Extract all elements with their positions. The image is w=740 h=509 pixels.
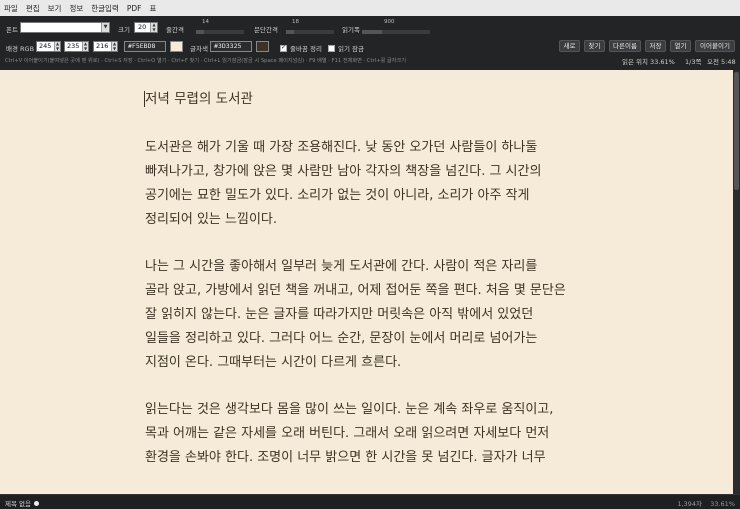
spin-arrows-icon[interactable]: ▲ ▼ [111, 41, 117, 51]
paragraph[interactable]: 읽는다는 것은 생각보다 몸을 많이 쓰는 일이다. 눈은 계속 좌우로 움직이… [145, 398, 600, 470]
menu-bar: 파일 편집 보기 정보 한글입력 PDF 표 [0, 0, 740, 16]
page-indicator: 1/3쪽 [685, 58, 702, 66]
checkbox-unchecked-icon[interactable] [328, 44, 335, 52]
text-line: 잘 읽히지 않는다. 눈은 글자를 따라가지만 머릿속은 아직 밖에서 있었던 [145, 307, 534, 322]
line-spacing-fill [196, 30, 204, 34]
text-line: 도서관은 해가 기울 때 가장 조용해진다. 낮 동안 오가던 사람들이 하나둘 [145, 140, 538, 155]
text-line: 공기에는 묘한 밀도가 있다. 소리가 없는 것이 아니라, 소리가 아주 작게 [145, 188, 530, 203]
menu-info[interactable]: 정보 [69, 3, 83, 14]
document-stats: 1,394자 33.61% [677, 498, 735, 508]
text-line: 빠져나가고, 창가에 앉은 몇 사람만 남아 각자의 책장을 넘긴다. 그 시간… [145, 164, 542, 179]
new-button[interactable]: 새로 [559, 40, 580, 52]
bg-red-spinbox[interactable]: 245 ▲ ▼ [36, 41, 61, 52]
font-label: 폰트 [6, 26, 18, 34]
line-spacing-value: 14 [202, 19, 209, 25]
auto-linebreak-checkbox[interactable]: 줄바꿈 정리 [280, 43, 322, 53]
text-line: 나는 그 시간을 좋아해서 일부러 늦게 도서관에 간다. 사람이 적은 자리를 [145, 259, 538, 274]
paragraph-spacing-track[interactable] [286, 30, 334, 34]
shortcut-hint: Ctrl+V 이어붙이기(붙여넣은 곳에 맨 위로) · Ctrl+S 저장 ·… [5, 58, 406, 64]
progress-percent: 33.61% [710, 500, 735, 508]
size-spinbox[interactable]: 20 ▲ ▼ [134, 22, 158, 33]
paragraph-spacing-fill [286, 30, 294, 34]
read-width-value: 900 [384, 19, 395, 25]
char-count: 1,394자 [677, 500, 702, 508]
auto-linebreak-label: 줄바꿈 정리 [290, 45, 322, 53]
paragraph[interactable]: 도서관은 해가 기울 때 가장 조용해진다. 낮 동안 오가던 사람들이 하나둘… [145, 136, 600, 232]
font-select[interactable]: ▼ [20, 22, 110, 33]
bg-blue-spinbox[interactable]: 216 ▲ ▼ [93, 41, 118, 52]
menu-pdf[interactable]: PDF [127, 4, 142, 13]
toolbar: 폰트 ▼ 크기 20 ▲ ▼ 줄간격 14 문단간격 18 읽기폭 900 배경… [0, 16, 740, 70]
append-button[interactable]: 이어붙이기 [695, 40, 735, 52]
document-title[interactable]: 저녁 무렵의 도서관 [144, 88, 600, 110]
toolbar-row-typography: 폰트 ▼ 크기 20 ▲ ▼ 줄간격 14 문단간격 18 읽기폭 900 [0, 19, 740, 36]
menu-korean-input[interactable]: 한글입력 [91, 3, 119, 14]
toolbar-row-info: Ctrl+V 이어붙이기(붙여넣은 곳에 맨 위로) · Ctrl+S 저장 ·… [0, 56, 740, 66]
text-line: 읽는다는 것은 생각보다 몸을 많이 쓰는 일이다. 눈은 계속 좌우로 움직이… [145, 402, 554, 417]
size-value: 20 [138, 23, 147, 31]
bg-rgb-label: 배경 RGB [6, 45, 35, 53]
read-lock-label: 읽기 잠금 [338, 45, 364, 53]
find-button[interactable]: 찾기 [584, 40, 605, 52]
read-width-label: 읽기폭 [342, 26, 360, 34]
open-button[interactable]: 열기 [670, 40, 691, 52]
reading-page[interactable]: 저녁 무렵의 도서관 도서관은 해가 기울 때 가장 조용해진다. 낮 동안 오… [0, 70, 733, 494]
spin-arrows-icon[interactable]: ▲ ▼ [54, 41, 60, 51]
text-line: 골라 앉고, 가방에서 읽던 책을 꺼내고, 어제 접어둔 쪽을 편다. 처음 … [145, 283, 566, 298]
document-title-text: 저녁 무렵의 도서관 [145, 91, 253, 107]
line-spacing-track[interactable] [196, 30, 244, 34]
paragraph[interactable]: 나는 그 시간을 좋아해서 일부러 늦게 도서관에 간다. 사람이 적은 자리를… [145, 255, 600, 375]
text-line: 목과 어깨는 같은 자세를 오래 버틴다. 그래서 오래 읽으려면 자세보다 먼… [145, 426, 550, 441]
paragraph-spacing-slider[interactable]: 18 [286, 19, 336, 36]
text-color-swatch[interactable] [256, 41, 269, 52]
bg-red-value: 245 [39, 42, 52, 50]
text-caret [144, 91, 145, 107]
document-text[interactable]: 저녁 무렵의 도서관 도서관은 해가 기울 때 가장 조용해진다. 낮 동안 오… [144, 88, 600, 493]
size-label: 크기 [118, 26, 130, 34]
chevron-down-icon: ▼ [101, 23, 109, 32]
bg-blue-value: 216 [96, 42, 109, 50]
bg-green-spinbox[interactable]: 235 ▲ ▼ [64, 41, 89, 52]
text-hex-input[interactable]: #3D3325 [210, 41, 252, 52]
read-lock-checkbox[interactable]: 읽기 잠금 [328, 43, 364, 53]
line-spacing-slider[interactable]: 14 [196, 19, 246, 36]
paragraph-spacing-label: 문단간격 [254, 26, 278, 34]
text-line: 지점이 온다. 그때부터는 시간이 다르게 흐른다. [145, 355, 402, 370]
read-width-track[interactable] [362, 30, 430, 34]
paragraph-spacing-value: 18 [292, 19, 299, 25]
menu-view[interactable]: 보기 [48, 3, 62, 14]
scrollbar-thumb[interactable] [734, 72, 739, 190]
text-line: 환경을 손봐야 한다. 조명이 너무 밝으면 한 시간을 못 넘긴다. 글자가 … [145, 450, 546, 465]
save-as-button[interactable]: 다른이름 [609, 40, 641, 52]
document-name: 제목 없음 [5, 500, 31, 508]
read-width-slider[interactable]: 900 [362, 19, 432, 36]
document-status: 제목 없음 [5, 498, 39, 508]
unsaved-dot-icon [34, 500, 39, 506]
menu-file[interactable]: 파일 [4, 3, 18, 14]
line-spacing-label: 줄간격 [166, 26, 184, 34]
read-width-fill [362, 30, 382, 34]
menu-table[interactable]: 표 [149, 3, 156, 14]
toolbar-row-colors: 배경 RGB 245 ▲ ▼ 235 ▲ ▼ 216 ▲ ▼ #F5EBD8 글자색 … [0, 40, 740, 54]
status-bar: 제목 없음 1,394자 33.61% [0, 494, 740, 509]
bg-hex-input[interactable]: #F5EBD8 [124, 41, 166, 52]
save-button[interactable]: 저장 [645, 40, 666, 52]
spin-arrows-icon[interactable]: ▲ ▼ [82, 41, 88, 51]
bg-color-swatch[interactable] [170, 41, 183, 52]
text-color-label: 글자색 [190, 45, 208, 53]
menu-edit[interactable]: 편집 [26, 3, 40, 14]
clock: 오전 5:48 [707, 58, 736, 66]
vertical-scrollbar[interactable] [733, 70, 740, 494]
text-line: 일들을 정리하고 있다. 그러다 어느 순간, 문장이 눈에서 머리로 넘어가는 [145, 331, 538, 346]
read-position: 읽은 위치 33.61% [622, 58, 675, 66]
text-line: 정리되어 있는 느낌이다. [145, 212, 277, 227]
bg-green-value: 235 [67, 42, 80, 50]
checkbox-checked-icon[interactable] [280, 44, 287, 52]
spin-arrows-icon[interactable]: ▲ ▼ [150, 22, 157, 32]
